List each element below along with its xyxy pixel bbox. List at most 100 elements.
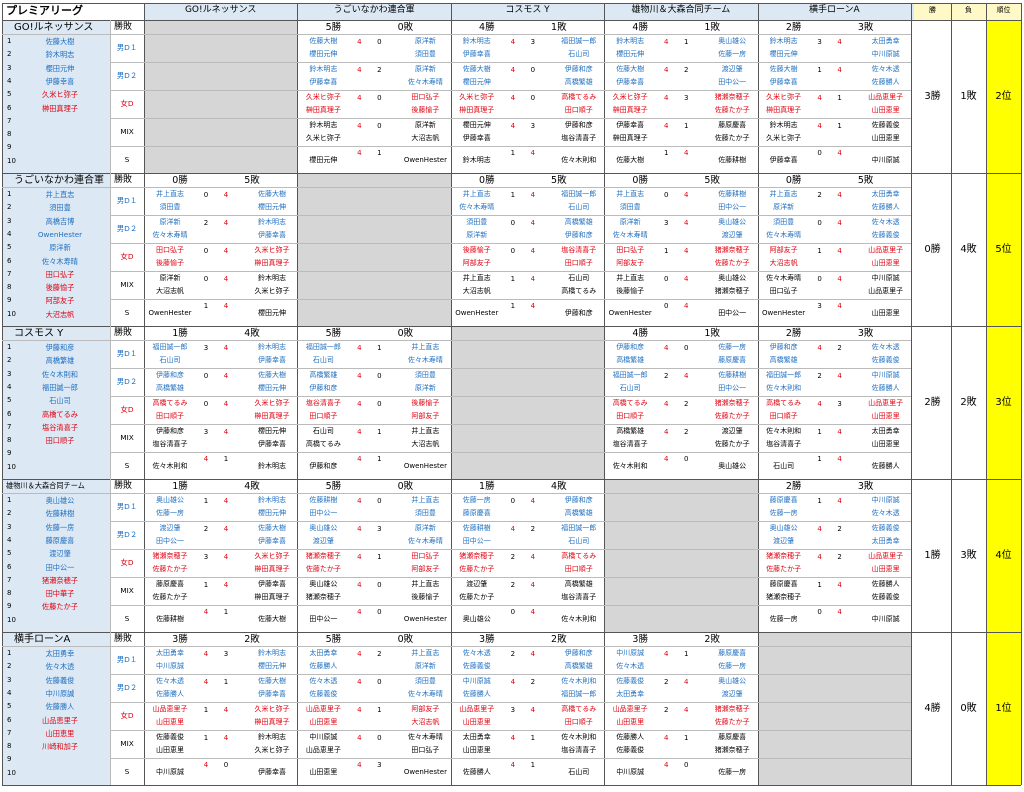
block-losses: 0敗 xyxy=(397,481,414,492)
away-player: 猪瀬奈穂子 xyxy=(714,746,750,754)
home-player: 原洋新 xyxy=(159,218,181,226)
roster-player: 太田勇幸 xyxy=(45,649,75,658)
away-player: 塩谷清喜子 xyxy=(561,246,597,254)
away-player: OwenHester xyxy=(403,615,447,623)
away-score: 4 xyxy=(837,497,842,505)
away-player: 田口弘子 xyxy=(411,746,440,754)
home-score: 2 xyxy=(663,678,669,686)
home-player: 高橋てるみ xyxy=(152,399,188,407)
home-score: 1 xyxy=(203,706,209,714)
roster-player: 高橋てるみ xyxy=(42,409,78,419)
away-player: 須田豊 xyxy=(414,50,436,58)
roster-number: 6 xyxy=(7,715,12,724)
roster-player: 福田誠一郎 xyxy=(42,382,78,392)
home-score: 4 xyxy=(203,761,209,769)
home-player: 佐々木寿晴 xyxy=(459,203,495,211)
roster-player: 伊藤和彦 xyxy=(45,343,75,352)
home-score: 4 xyxy=(357,650,362,658)
home-player: 藤原慶喜 xyxy=(462,509,491,517)
roster-number: 10 xyxy=(7,768,16,777)
roster-player: 山田恵里 xyxy=(45,728,75,738)
event-label: S xyxy=(124,461,130,470)
home-player: 田口弘子 xyxy=(156,246,184,254)
away-score: 4 xyxy=(530,191,536,199)
away-player: 渡辺肇 xyxy=(721,690,743,698)
roster-player: 大沼志帆 xyxy=(45,309,75,319)
home-player: 佐々木則和 xyxy=(152,462,188,470)
home-player: 藤原慶喜 xyxy=(769,496,798,504)
home-player: 佐々木寿晴 xyxy=(766,274,802,282)
home-player: 後藤愉子 xyxy=(156,259,184,267)
away-player: 高橋てるみ xyxy=(561,93,597,101)
away-score: 0 xyxy=(377,734,382,742)
grid-line xyxy=(110,368,911,369)
total-wins: 4勝 xyxy=(924,702,941,714)
away-player: 佐藤義俊 xyxy=(871,593,900,601)
away-score: 0 xyxy=(530,94,536,102)
away-player: 石山司 xyxy=(568,768,590,776)
away-score: 0 xyxy=(377,678,382,686)
away-score: 4 xyxy=(683,247,689,255)
away-player: 佐藤義俊 xyxy=(871,231,900,239)
grid-line xyxy=(110,730,911,731)
home-player: 田口順子 xyxy=(309,412,338,420)
away-score: 1 xyxy=(683,650,689,658)
away-player: 須田豊 xyxy=(414,677,436,685)
away-player: 佐藤勝人 xyxy=(871,384,900,392)
away-player: 福田誠一郎 xyxy=(561,37,597,45)
event-label: 男D２ xyxy=(116,377,138,386)
home-player: 伊藤和彦 xyxy=(156,371,184,379)
away-player: 鈴木明志 xyxy=(258,496,286,504)
home-player: 山田恵里 xyxy=(616,718,645,726)
home-player: 渡辺肇 xyxy=(312,537,334,545)
grid-line xyxy=(604,3,606,785)
away-score: 0 xyxy=(223,761,229,769)
home-player: 櫻田元伸 xyxy=(309,50,338,58)
grid-line xyxy=(2,326,1021,327)
home-player: 田中公一 xyxy=(156,537,184,545)
home-player: 石山司 xyxy=(773,462,795,470)
roster-player: 奥山雄公 xyxy=(45,496,75,505)
grid-line xyxy=(110,34,911,35)
roster-number: 5 xyxy=(7,549,12,558)
away-player: OwenHester xyxy=(403,156,447,164)
event-label: MIX xyxy=(120,280,134,289)
home-score: 4 xyxy=(663,94,669,102)
roster-number: 8 xyxy=(7,589,12,598)
block-losses: 5敗 xyxy=(857,175,874,186)
home-score: 2 xyxy=(510,553,516,561)
away-player: 榊田真理子 xyxy=(254,565,290,573)
event-label: 男D２ xyxy=(116,683,138,692)
home-score: 0 xyxy=(817,275,822,283)
away-player: 中川原誠 xyxy=(871,371,900,379)
roster-number: 4 xyxy=(7,688,12,697)
home-player: 田口順子 xyxy=(769,412,798,420)
home-score: 2 xyxy=(510,650,516,658)
header-team-name: GO!ルネッサンス xyxy=(184,5,257,15)
home-player: 大沼志帆 xyxy=(462,287,491,295)
away-score: 4 xyxy=(683,372,689,380)
grid-line xyxy=(144,3,145,785)
away-player: 佐藤勝人 xyxy=(871,462,900,470)
away-player: 佐藤耕樹 xyxy=(718,156,747,164)
grid-line xyxy=(110,396,911,397)
away-player: 福田誠一郎 xyxy=(561,190,597,198)
away-score: 0 xyxy=(377,122,382,130)
home-player: 佐々木透 xyxy=(616,662,645,670)
away-player: 久米ヒ弥子 xyxy=(254,399,290,407)
away-score: 0 xyxy=(683,455,689,463)
home-player: 井上直志 xyxy=(462,274,491,282)
home-player: 太田勇幸 xyxy=(309,649,338,657)
away-score: 2 xyxy=(530,525,536,533)
away-score: 4 xyxy=(837,66,842,74)
away-player: 山品恵里子 xyxy=(868,93,904,101)
home-player: 佐藤義俊 xyxy=(462,662,491,670)
away-player: 佐藤勝人 xyxy=(871,203,900,211)
home-score: 3 xyxy=(817,302,822,310)
home-player: 伊藤幸喜 xyxy=(462,50,491,58)
roster-number: 7 xyxy=(7,728,12,737)
away-player: 山品恵里子 xyxy=(868,246,904,254)
home-score: 0 xyxy=(510,219,516,227)
home-player: 伊藤幸喜 xyxy=(616,78,645,86)
roster-player: 鈴木明志 xyxy=(45,50,75,60)
